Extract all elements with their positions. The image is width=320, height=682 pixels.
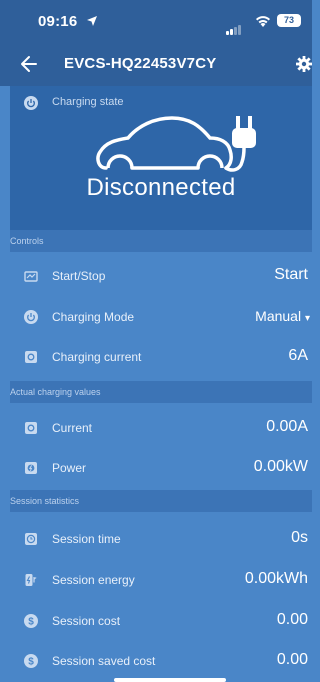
gauge-icon	[25, 422, 37, 434]
power-meter-icon	[25, 462, 37, 474]
power-icon	[24, 310, 38, 324]
status-bar: 09:16 73	[0, 0, 312, 42]
session-time-row: Session time 0s	[10, 519, 312, 559]
section-title: Controls	[10, 236, 44, 246]
home-indicator[interactable]	[114, 678, 226, 682]
section-title: Actual charging values	[10, 387, 101, 397]
charging-state-card: Charging state Disconnected	[10, 86, 312, 230]
dollar-icon: $	[24, 614, 38, 628]
page-title: EVCS-HQ22453V7CY	[64, 55, 217, 72]
session-energy-row: Session energy 0.00kWh	[10, 560, 312, 600]
charging-current-value[interactable]: 6A	[288, 347, 308, 365]
charging-mode-select[interactable]: Manual ▾	[255, 308, 310, 324]
location-arrow-icon	[87, 16, 97, 26]
gear-icon[interactable]	[296, 56, 312, 72]
chevron-down-icon: ▾	[304, 313, 310, 324]
section-title: Session statistics	[10, 496, 80, 506]
cell-signal-icon	[226, 17, 242, 35]
charging-current-label: Charging current	[52, 350, 142, 364]
dollar-icon: $	[24, 654, 38, 668]
session-saved-cost-value: 0.00	[276, 651, 308, 668]
session-saved-cost-row: $ Session saved cost 0.00	[10, 641, 312, 681]
power-row: Power 0.00kW	[10, 448, 312, 488]
section-header-session: Session statistics	[10, 490, 312, 512]
clock-icon	[25, 533, 37, 545]
current-row: Current 0.00A	[10, 408, 312, 448]
current-value: 0.00A	[266, 418, 308, 435]
charging-state-label: Charging state	[52, 96, 124, 108]
session-energy-value: 0.00kWh	[244, 570, 308, 587]
battery-charge-icon	[25, 574, 37, 586]
back-arrow-icon[interactable]	[20, 53, 38, 75]
start-stop-row[interactable]: Start/Stop Start	[10, 256, 312, 296]
current-label: Current	[52, 421, 93, 435]
session-time-label: Session time	[52, 532, 121, 546]
charging-status-text: Disconnected	[86, 174, 236, 201]
session-saved-cost-label: Session saved cost	[52, 654, 156, 668]
svg-text:$: $	[28, 657, 34, 668]
start-stop-label: Start/Stop	[52, 269, 106, 283]
session-cost-value: 0.00	[276, 611, 308, 628]
power-label: Power	[52, 461, 87, 475]
app-bar: EVCS-HQ22453V7CY	[0, 42, 312, 86]
start-stop-icon	[24, 271, 38, 282]
gauge-icon	[25, 351, 37, 363]
session-cost-row: $ Session cost 0.00	[10, 601, 312, 641]
power-icon	[24, 96, 38, 110]
battery-icon: 73	[277, 14, 301, 27]
start-stop-button[interactable]: Start	[274, 266, 308, 284]
charging-mode-row[interactable]: Charging Mode Manual ▾	[10, 297, 312, 337]
section-header-actual: Actual charging values	[10, 381, 312, 403]
charging-mode-label: Charging Mode	[52, 310, 135, 324]
session-energy-label: Session energy	[52, 573, 135, 587]
wifi-icon	[256, 16, 270, 27]
session-time-value: 0s	[291, 529, 308, 546]
session-cost-label: Session cost	[52, 614, 121, 628]
charging-current-row[interactable]: Charging current 6A	[10, 337, 312, 377]
section-header-controls: Controls	[10, 230, 312, 252]
charging-mode-value: Manual	[255, 308, 302, 324]
status-time: 09:16	[38, 13, 78, 30]
power-value: 0.00kW	[253, 458, 308, 475]
svg-text:$: $	[28, 617, 34, 628]
